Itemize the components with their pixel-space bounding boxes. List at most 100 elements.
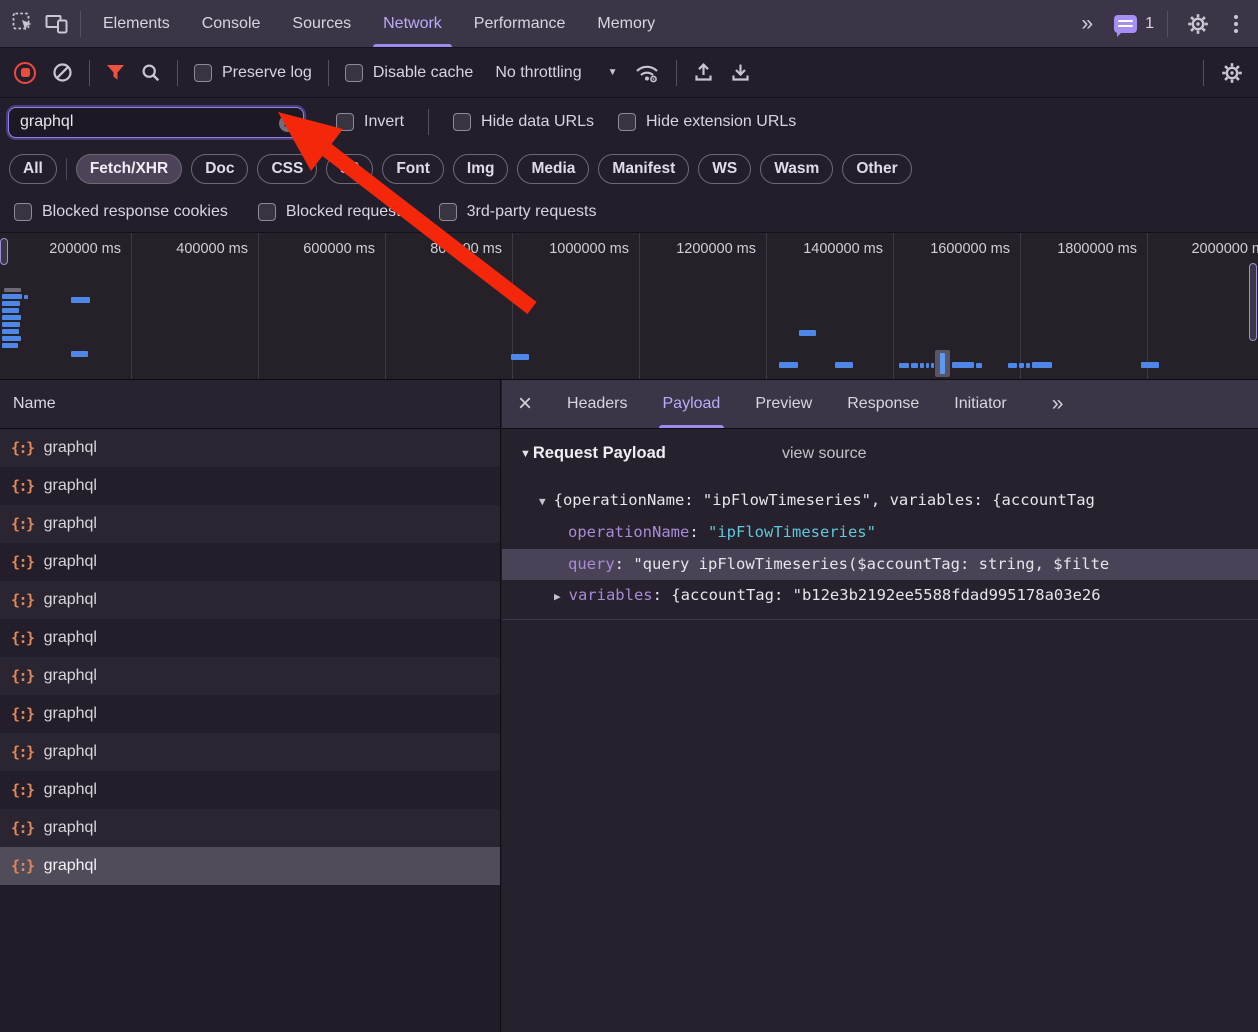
type-filter-manifest[interactable]: Manifest [598, 154, 689, 184]
clear-filter-icon[interactable]: × [279, 115, 296, 132]
more-details-tabs-icon[interactable]: » [1042, 392, 1072, 416]
3rd-party-requests-checkbox[interactable]: 3rd-party requests [439, 203, 597, 221]
type-filter-js[interactable]: JS [326, 154, 373, 184]
type-filter-all[interactable]: All [9, 154, 57, 184]
filter-input[interactable] [9, 113, 303, 131]
waterfall-bar[interactable] [926, 363, 929, 368]
view-source-link[interactable]: view source [782, 445, 866, 463]
import-har-icon[interactable] [693, 62, 714, 83]
device-toolbar-icon[interactable] [40, 7, 74, 41]
export-har-icon[interactable] [730, 62, 751, 83]
search-icon[interactable] [141, 63, 161, 83]
waterfall-bar[interactable] [976, 363, 982, 368]
type-filter-font[interactable]: Font [382, 154, 444, 184]
waterfall-bar[interactable] [24, 295, 28, 299]
type-filter-fetch-xhr[interactable]: Fetch/XHR [76, 154, 182, 184]
waterfall-bar[interactable] [511, 354, 529, 360]
waterfall-bar[interactable] [952, 362, 974, 368]
details-tab-initiator[interactable]: Initiator [954, 380, 1006, 428]
waterfall-bar[interactable] [2, 322, 20, 327]
tab-elements[interactable]: Elements [87, 0, 186, 47]
throttling-select[interactable]: No throttling ▼ [495, 64, 617, 82]
hide-extension-urls-checkbox[interactable]: Hide extension URLs [618, 113, 796, 131]
tab-performance[interactable]: Performance [458, 0, 582, 47]
request-row[interactable]: {:}graphql [0, 657, 500, 695]
waterfall-bar[interactable] [2, 301, 20, 306]
payload-entry-operationname[interactable]: operationName: "ipFlowTimeseries" [502, 517, 1258, 548]
type-filter-img[interactable]: Img [453, 154, 509, 184]
details-tab-response[interactable]: Response [847, 380, 919, 428]
request-row[interactable]: {:}graphql [0, 505, 500, 543]
filter-funnel-icon[interactable] [106, 64, 125, 81]
waterfall-bar[interactable] [940, 353, 945, 374]
request-row[interactable]: {:}graphql [0, 619, 500, 657]
request-row[interactable]: {:}graphql [0, 467, 500, 505]
waterfall-bar[interactable] [899, 363, 909, 368]
disable-cache-checkbox[interactable]: Disable cache [345, 64, 474, 82]
request-row[interactable]: {:}graphql [0, 809, 500, 847]
waterfall-bar[interactable] [931, 363, 934, 368]
waterfall-bar[interactable] [779, 362, 798, 368]
blocked-requests-checkbox[interactable]: Blocked requests [258, 203, 409, 221]
type-filter-ws[interactable]: WS [698, 154, 751, 184]
details-tab-headers[interactable]: Headers [567, 380, 627, 428]
request-row[interactable]: {:}graphql [0, 543, 500, 581]
request-row[interactable]: {:}graphql [0, 771, 500, 809]
waterfall-bar[interactable] [2, 336, 21, 341]
waterfall-bar[interactable] [1008, 363, 1017, 368]
clear-network-log-icon[interactable] [52, 62, 73, 83]
tab-console[interactable]: Console [186, 0, 277, 47]
waterfall-bar[interactable] [911, 363, 918, 368]
invert-checkbox[interactable]: Invert [336, 113, 404, 131]
main-menu-kebab-icon[interactable] [1228, 13, 1244, 35]
blocked-response-cookies-checkbox[interactable]: Blocked response cookies [14, 203, 228, 221]
waterfall-bar[interactable] [920, 363, 924, 368]
request-row[interactable]: {:}graphql [0, 733, 500, 771]
waterfall-bar[interactable] [1019, 363, 1024, 368]
network-settings-gear-icon[interactable] [1220, 61, 1244, 85]
hide-data-urls-checkbox[interactable]: Hide data URLs [453, 113, 594, 131]
waterfall-bar[interactable] [835, 362, 853, 368]
more-tabs-icon[interactable]: » [1071, 12, 1101, 36]
type-filter-wasm[interactable]: Wasm [760, 154, 833, 184]
preserve-log-checkbox[interactable]: Preserve log [194, 64, 312, 82]
inspect-element-icon[interactable] [6, 7, 40, 41]
request-row[interactable]: {:}graphql [0, 695, 500, 733]
record-network-log-button[interactable] [14, 62, 36, 84]
waterfall-bar[interactable] [1026, 363, 1030, 368]
payload-entry-variables[interactable]: ▶variables: {accountTag: "b12e3b2192ee55… [502, 580, 1258, 611]
type-filter-other[interactable]: Other [842, 154, 911, 184]
details-tab-preview[interactable]: Preview [755, 380, 812, 428]
timeline-range-handle[interactable] [1249, 263, 1257, 341]
type-filter-css[interactable]: CSS [257, 154, 317, 184]
request-payload-section-header[interactable]: ▼ Request Payload [520, 444, 666, 463]
details-tab-payload[interactable]: Payload [663, 380, 721, 428]
type-filter-media[interactable]: Media [517, 154, 589, 184]
name-column-header[interactable]: Name [0, 380, 500, 429]
tab-sources[interactable]: Sources [276, 0, 367, 47]
settings-gear-icon[interactable] [1181, 7, 1215, 41]
waterfall-bar[interactable] [2, 343, 18, 348]
waterfall-bar[interactable] [71, 297, 90, 303]
waterfall-bar[interactable] [2, 308, 19, 313]
waterfall-bar[interactable] [2, 294, 22, 299]
waterfall-bar[interactable] [2, 329, 19, 334]
request-row[interactable]: {:}graphql [0, 847, 500, 885]
issues-button[interactable]: 1 [1114, 15, 1154, 33]
close-details-icon[interactable]: × [518, 394, 532, 414]
waterfall-bar[interactable] [1032, 362, 1052, 368]
payload-root-preview[interactable]: ▼{operationName: "ipFlowTimeseries", var… [502, 485, 1258, 516]
waterfall-bar[interactable] [1141, 362, 1159, 368]
request-row[interactable]: {:}graphql [0, 429, 500, 467]
type-filter-doc[interactable]: Doc [191, 154, 248, 184]
waterfall-bar[interactable] [2, 315, 21, 320]
network-conditions-icon[interactable] [634, 62, 660, 84]
timeline-range-handle[interactable] [0, 238, 8, 265]
request-row[interactable]: {:}graphql [0, 581, 500, 619]
waterfall-bar[interactable] [799, 330, 816, 336]
tab-memory[interactable]: Memory [581, 0, 671, 47]
tab-network[interactable]: Network [367, 0, 458, 47]
network-overview-timeline[interactable]: 200000 ms400000 ms600000 ms800000 ms1000… [0, 233, 1258, 380]
waterfall-bar[interactable] [71, 351, 88, 357]
payload-entry-query[interactable]: query: "query ipFlowTimeseries($accountT… [502, 549, 1258, 580]
